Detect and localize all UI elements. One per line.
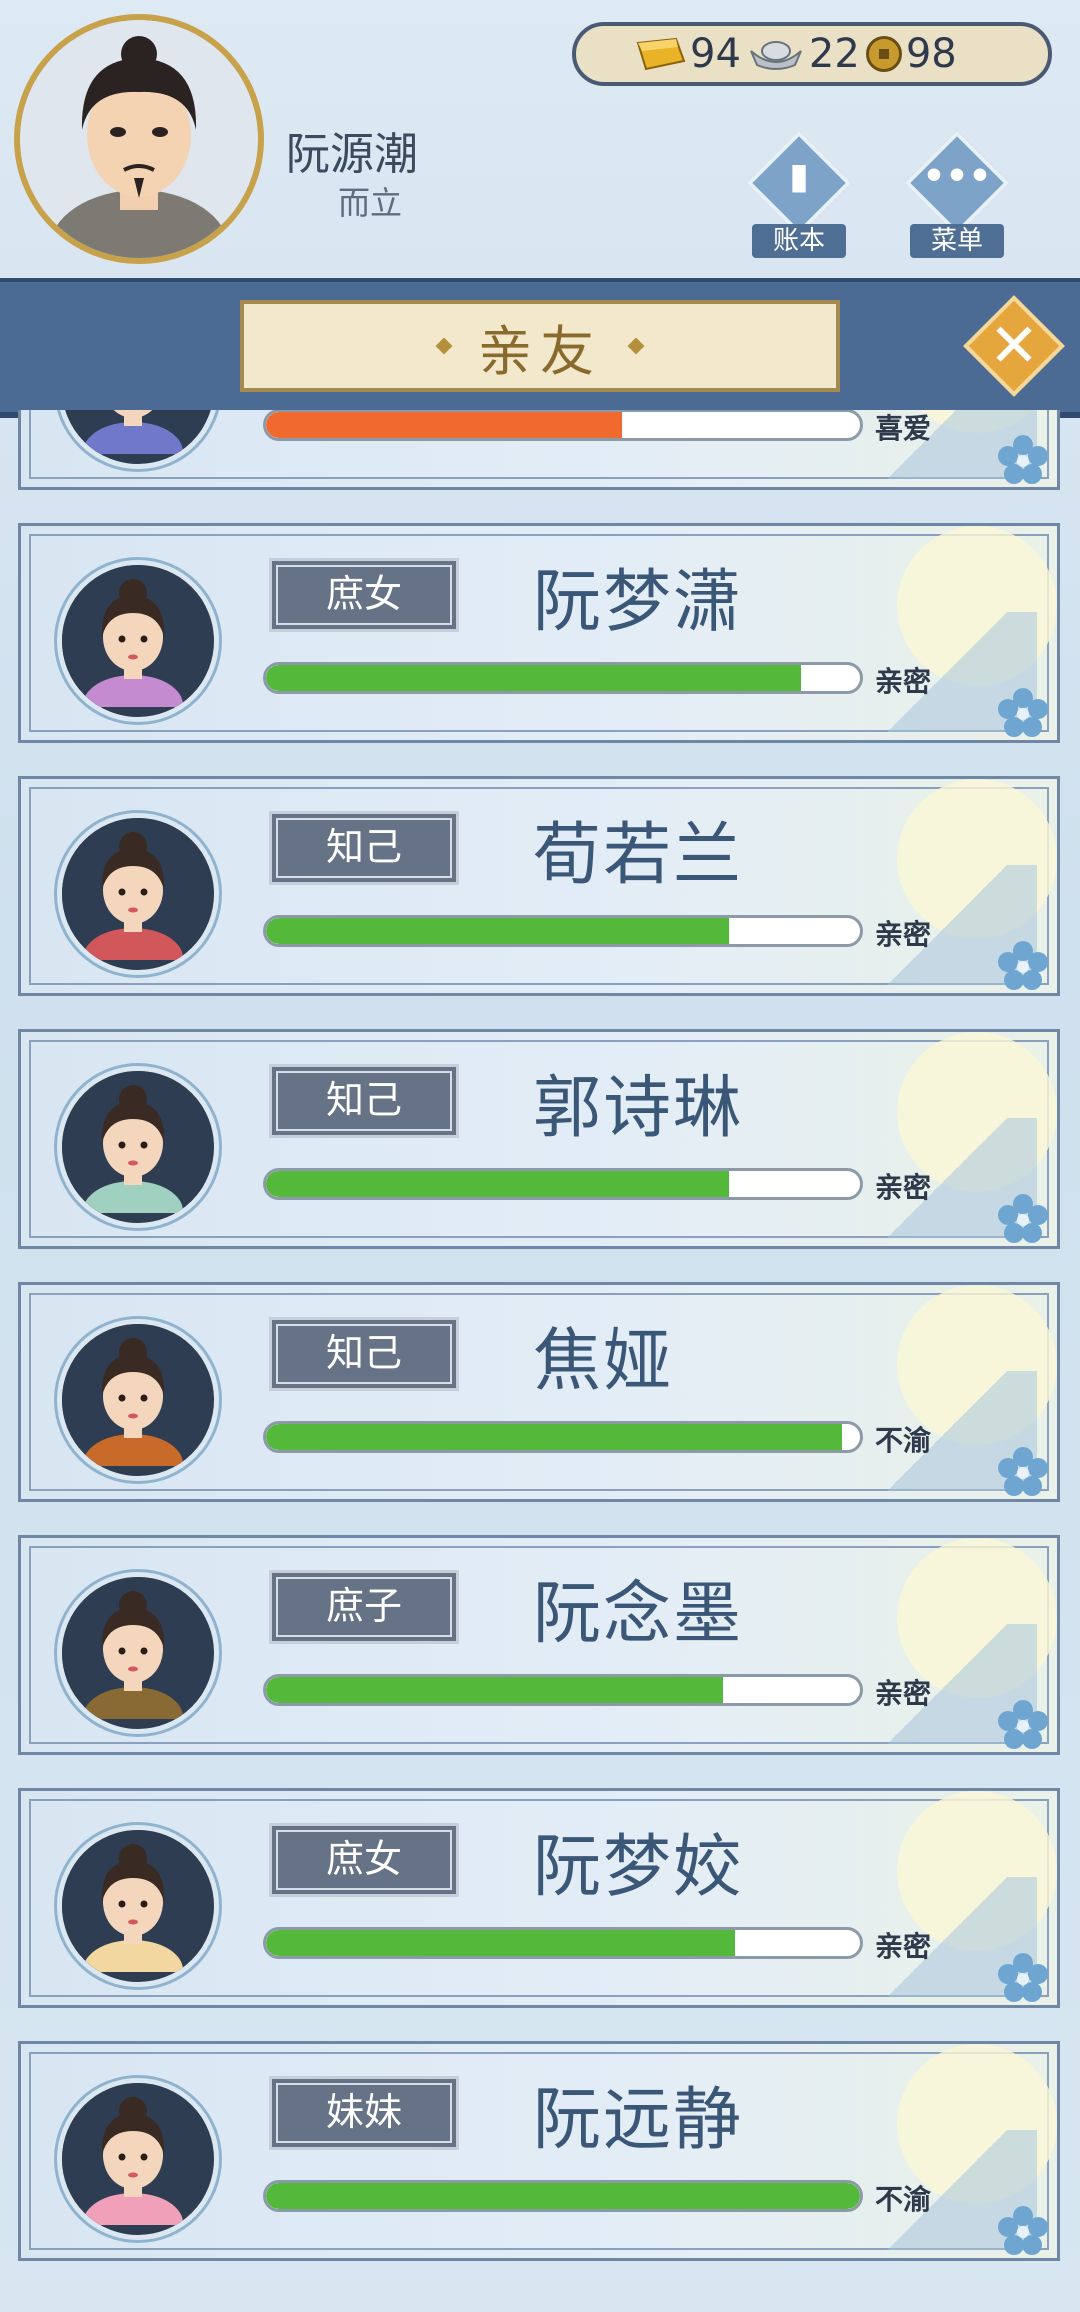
coin-value: 98 (905, 31, 957, 77)
affection-status: 不渝 (875, 2183, 932, 2216)
panel-title: 亲友 (478, 319, 602, 383)
relation-text: 知己 (325, 1331, 402, 1375)
ledger-button[interactable]: ▮ 账本 (744, 130, 854, 260)
affection-bar-fill (266, 2183, 860, 2209)
affection-status: 亲密 (875, 665, 932, 698)
plum-blossom-icon (996, 1445, 1050, 1499)
panel-title-plaque: 亲友 (240, 300, 840, 392)
currency-bar: 94 22 98 (572, 22, 1052, 86)
plum-blossom-icon (996, 939, 1050, 993)
relative-card-1[interactable]: 庶女 阮梦潇 亲密 (18, 523, 1060, 743)
affection-bar-fill (266, 1930, 736, 1956)
relative-card-3[interactable]: 知己 郭诗琳 亲密 (18, 1029, 1060, 1249)
ledger-label: 账本 (752, 224, 846, 258)
relative-avatar[interactable] (57, 813, 219, 975)
relative-avatar[interactable] (57, 1825, 219, 1987)
relative-card-4[interactable]: 知己 焦娅 不渝 (18, 1282, 1060, 1502)
relative-name: 阮念墨 (533, 1575, 744, 1654)
relation-tag: 知己 (269, 811, 459, 885)
affection-bar (263, 1168, 863, 1200)
plum-blossom-icon (996, 1951, 1050, 2005)
relation-text: 庶子 (325, 1584, 402, 1628)
affection-status: 亲密 (875, 1677, 932, 1710)
relatives-list[interactable]: 喜爱 庶女 阮梦潇 亲密 知己 荀若兰 亲密 知己 郭诗琳 亲密 知己 焦娅 不… (0, 410, 1080, 2312)
copper-coin-icon (865, 36, 902, 72)
affection-bar (263, 2180, 863, 2212)
relative-name: 阮梦姣 (533, 1828, 744, 1907)
affection-bar (263, 1674, 863, 1706)
menu-label: 菜单 (910, 224, 1004, 258)
affection-bar-fill (266, 1424, 843, 1450)
close-icon[interactable]: ✕ (978, 306, 1050, 386)
relation-tag: 知己 (269, 1064, 459, 1138)
relation-text: 庶女 (325, 572, 402, 616)
affection-bar-fill (266, 1171, 730, 1197)
relation-tag: 知己 (269, 1317, 459, 1391)
player-name: 阮源潮 (286, 129, 418, 180)
relation-tag: 庶女 (269, 1823, 459, 1897)
diamond-decor-icon (627, 337, 645, 355)
player-title: 而立 (338, 184, 403, 222)
relative-name: 阮梦潇 (533, 563, 744, 642)
plum-blossom-icon (996, 686, 1050, 740)
header: 阮源潮 而立 94 22 98 ▮ 账本 ••• 菜单 (0, 0, 1080, 290)
relative-avatar[interactable] (57, 2078, 219, 2240)
plum-blossom-icon (996, 433, 1050, 487)
relative-avatar[interactable] (57, 1572, 219, 1734)
relative-name: 荀若兰 (533, 816, 744, 895)
gold-ingot-icon (628, 37, 686, 71)
plum-blossom-icon (996, 1192, 1050, 1246)
coin-counter: 98 (865, 31, 957, 77)
silver-value: 22 (808, 31, 860, 77)
silver-counter: 22 (747, 31, 860, 77)
relative-card-2[interactable]: 知己 荀若兰 亲密 (18, 776, 1060, 996)
relation-tag: 妹妹 (269, 2076, 459, 2150)
affection-bar (263, 1421, 863, 1453)
relative-name: 郭诗琳 (533, 1069, 744, 1148)
relative-avatar[interactable] (57, 1319, 219, 1481)
relation-tag: 庶子 (269, 1570, 459, 1644)
relative-name: 焦娅 (533, 1322, 674, 1401)
relative-card-7[interactable]: 妹妹 阮远静 不渝 (18, 2041, 1060, 2261)
menu-button[interactable]: ••• 菜单 (902, 130, 1012, 260)
relation-tag: 庶女 (269, 558, 459, 632)
player-avatar[interactable] (14, 14, 264, 264)
relative-avatar[interactable] (57, 410, 219, 469)
silver-ingot-icon (747, 37, 805, 71)
diamond-decor-icon (435, 337, 453, 355)
affection-bar-fill (266, 918, 730, 944)
affection-bar (263, 1927, 863, 1959)
relation-text: 妹妹 (325, 2090, 402, 2134)
relative-name: 阮远静 (533, 2081, 744, 2160)
gold-counter: 94 (628, 31, 741, 77)
affection-bar (263, 915, 863, 947)
affection-status: 喜爱 (875, 412, 932, 445)
relative-avatar[interactable] (57, 560, 219, 722)
affection-bar-fill (266, 1677, 724, 1703)
relative-card-6[interactable]: 庶女 阮梦姣 亲密 (18, 1788, 1060, 2008)
relation-text: 知己 (325, 1078, 402, 1122)
affection-status: 亲密 (875, 918, 932, 951)
relative-avatar[interactable] (57, 1066, 219, 1228)
affection-bar-fill (266, 665, 801, 691)
affection-status: 不渝 (875, 1424, 932, 1457)
plum-blossom-icon (996, 2204, 1050, 2258)
relation-text: 知己 (325, 825, 402, 869)
plum-blossom-icon (996, 1698, 1050, 1752)
relative-card-5[interactable]: 庶子 阮念墨 亲密 (18, 1535, 1060, 1755)
relative-card-0[interactable]: 喜爱 (18, 410, 1060, 490)
gold-value: 94 (690, 31, 741, 77)
affection-status: 亲密 (875, 1171, 932, 1204)
affection-bar-fill (266, 412, 623, 438)
affection-bar (263, 410, 863, 441)
affection-status: 亲密 (875, 1930, 932, 1963)
affection-bar (263, 662, 863, 694)
relation-text: 庶女 (325, 1837, 402, 1881)
